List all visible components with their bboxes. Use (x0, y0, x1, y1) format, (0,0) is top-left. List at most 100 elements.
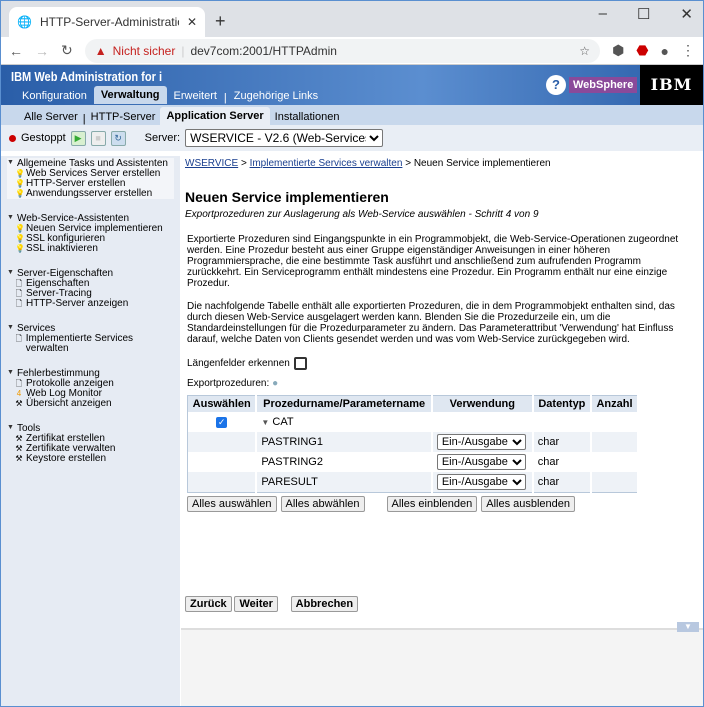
star-icon[interactable]: ☆ (579, 44, 590, 58)
close-tab-icon[interactable]: ✕ (187, 15, 197, 29)
sidebar-group: Tools⚒Zertifikat erstellen⚒Zertifikate v… (7, 423, 174, 464)
select-all-button[interactable]: Alles auswählen (187, 495, 277, 512)
tool-icon: ⚒ (15, 454, 23, 463)
expand-panel-icon[interactable]: ▼ (677, 622, 699, 632)
cancel-button[interactable]: Abbrechen (290, 596, 359, 612)
select-checkbox[interactable]: ✓ (216, 417, 228, 428)
sidebar: Allgemeine Tasks und Assistenten💡Web Ser… (1, 156, 180, 706)
refresh-icon[interactable]: ↻ (110, 130, 126, 146)
sidebar-item-label: HTTP-Server anzeigen (26, 298, 129, 309)
collapse-icon[interactable]: ▼ (261, 418, 269, 427)
usage-select[interactable]: Ein-/Ausgabe (436, 454, 526, 470)
back-button[interactable]: Zurück (185, 596, 232, 612)
adblock-icon[interactable]: ⬣ (636, 42, 648, 59)
param-type: char (532, 432, 592, 452)
sidebar-item-label: Übersicht anzeigen (26, 398, 112, 409)
lightbulb-icon: 💡 (15, 224, 25, 233)
deselect-all-button[interactable]: Alles abwählen (280, 495, 365, 512)
usage-select[interactable]: Ein-/Ausgabe (436, 434, 526, 450)
extension-icon[interactable]: ⬢ (612, 42, 624, 59)
table-row: PASTRING1 Ein-/Ausgabe char (187, 432, 640, 452)
globe-icon: 🌐 (17, 15, 32, 29)
forward-icon[interactable]: → (35, 43, 49, 59)
param-type: char (532, 472, 592, 492)
col-name: Prozedurname/Parametername (256, 395, 433, 412)
tab-links[interactable]: Zugehörige Links (227, 88, 325, 104)
server-label: Server: (144, 132, 181, 144)
back-icon[interactable]: ← (9, 43, 23, 59)
ibm-logo: IBM (640, 65, 703, 105)
subtab-http-server[interactable]: HTTP-Server (86, 109, 161, 125)
sidebar-item[interactable]: ⚒ Keystore erstellen (7, 454, 174, 464)
websphere-logo: WebSphere (569, 77, 638, 93)
start-icon[interactable]: ▶ (70, 130, 86, 146)
page-icon: 🗋 (15, 379, 23, 388)
breadcrumb-current: Neuen Service implementieren (413, 158, 551, 169)
new-tab-button[interactable]: + (215, 11, 226, 32)
subtab-installationen[interactable]: Installationen (270, 109, 345, 125)
breadcrumb-services[interactable]: Implementierte Services verwalten (250, 158, 403, 169)
tab-erweitert[interactable]: Erweitert (167, 88, 224, 104)
sidebar-item-label: Implementierte Services verwalten (25, 333, 134, 354)
step-subtitle: Exportprozeduren zur Auslagerung als Web… (185, 209, 539, 220)
subtabs: Alle Server | HTTP-Server Application Ser… (1, 105, 703, 125)
url-input[interactable]: ▲ Nicht sicher | dev7com:2001/HTTPAdmin … (84, 38, 601, 63)
tool-icon: ⚒ (15, 444, 23, 453)
sidebar-group: Web-Service-Assistenten💡Neuen Service im… (7, 213, 174, 254)
tab-title: HTTP-Server-Administration auf i (39, 15, 179, 29)
sidebar-item[interactable]: 💡 SSL inaktivieren (7, 244, 174, 254)
breadcrumb: WSERVICE > Implementierte Services verwa… (185, 158, 551, 169)
sidebar-group: Server-Eigenschaften🗋Eigenschaften🗋Serve… (7, 268, 174, 309)
avatar[interactable]: ● (661, 43, 669, 59)
col-select: Auswählen (187, 395, 258, 412)
server-select[interactable]: WSERVICE - V2.6 (Web-Services) (185, 129, 384, 147)
lightbulb-icon: 💡 (15, 234, 25, 243)
maximize-button[interactable]: ☐ (637, 5, 650, 23)
minimize-button[interactable]: – (599, 5, 607, 23)
menu-icon[interactable]: ⋮ (681, 42, 695, 59)
page-icon: 🗋 (15, 289, 23, 298)
collapse-all-button[interactable]: Alles ausblenden (481, 495, 576, 512)
insecure-label: Nicht sicher (112, 43, 176, 58)
server-toolbar: Gestoppt ▶ ■ ↻ Server: WSERVICE - V2.6 (… (1, 125, 703, 151)
param-type: char (532, 452, 592, 472)
tab-konfiguration[interactable]: Konfiguration (15, 88, 94, 104)
sidebar-item-label: SSL inaktivieren (26, 243, 98, 254)
intro-paragraph: Exportierte Prozeduren sind Eingangspunk… (187, 234, 679, 289)
sidebar-item[interactable]: 💡 Anwendungsserver erstellen (7, 189, 174, 199)
usage-select[interactable]: Ein-/Ausgabe (436, 473, 526, 490)
col-type: Datentyp (532, 395, 592, 412)
expand-all-button[interactable]: Alles einblenden (386, 495, 478, 512)
help-icon[interactable]: ● (272, 378, 278, 389)
lightbulb-icon: 💡 (15, 179, 25, 188)
page-icon: 🗋 (15, 279, 23, 288)
sidebar-group: Fehlerbestimmung🗋Protokolle anzeigen4Web… (7, 368, 174, 409)
address-bar-row: ← → ↻ ▲ Nicht sicher | dev7com:2001/HTTP… (1, 37, 703, 65)
length-fields-checkbox[interactable] (293, 357, 307, 370)
procedure-table: Auswählen Prozedurname/Parametername Ver… (187, 395, 640, 493)
col-usage: Verwendung (431, 395, 534, 412)
browser-tab[interactable]: 🌐 HTTP-Server-Administration auf i ✕ (9, 7, 205, 37)
sidebar-item[interactable]: 🗋 HTTP-Server anzeigen (7, 299, 174, 309)
col-count: Anzahl (590, 395, 640, 412)
length-fields-label: Längenfelder erkennen (187, 358, 290, 369)
subtab-alle-server[interactable]: Alle Server (19, 109, 83, 125)
sidebar-item[interactable]: ⚒ Übersicht anzeigen (7, 399, 174, 409)
breadcrumb-wservice[interactable]: WSERVICE (185, 158, 238, 169)
monitor-icon: 4 (16, 389, 22, 398)
warning-icon: ▲ (94, 43, 107, 58)
param-name: PASTRING2 (256, 452, 433, 472)
tab-verwaltung[interactable]: Verwaltung (93, 86, 167, 104)
close-window-button[interactable]: ✕ (680, 5, 693, 23)
url-text: dev7com:2001/HTTPAdmin (190, 43, 337, 58)
help-icon[interactable]: ? (546, 75, 566, 95)
page-icon: 🗋 (15, 299, 23, 308)
sidebar-item-label: Anwendungsserver erstellen (26, 188, 153, 199)
table-row: ✓ ▼ CAT (187, 412, 640, 432)
reload-icon[interactable]: ↻ (61, 42, 73, 59)
next-button[interactable]: Weiter (234, 596, 278, 612)
sidebar-item[interactable]: 🗋 Implementierte Services verwalten (7, 334, 174, 354)
stop-icon: ■ (90, 130, 106, 146)
subtab-application-server[interactable]: Application Server (160, 107, 270, 125)
page-title: Neuen Service implementieren (185, 189, 389, 205)
